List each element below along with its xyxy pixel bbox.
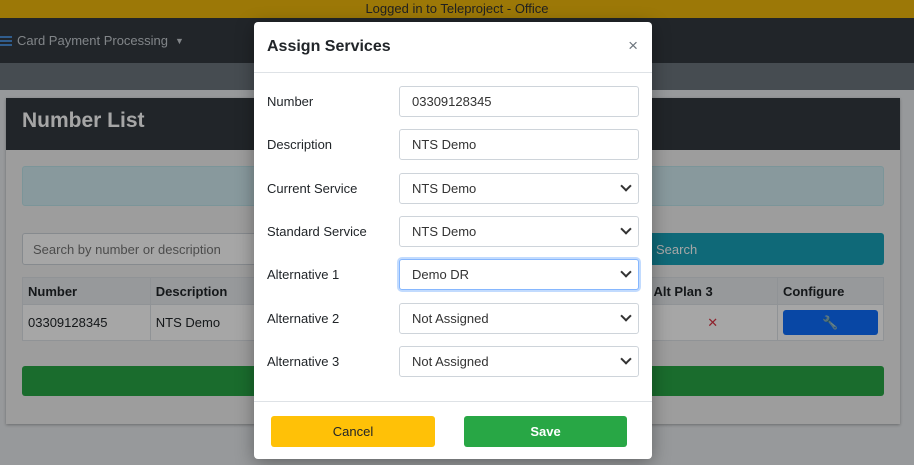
- save-button[interactable]: Save: [464, 416, 627, 447]
- select-value: Demo DR: [412, 267, 470, 282]
- select-value: Not Assigned: [412, 311, 489, 326]
- select-value: Not Assigned: [412, 354, 489, 369]
- field-current-service: Current Service NTS Demo: [267, 173, 639, 204]
- close-icon[interactable]: ×: [628, 36, 638, 56]
- cancel-button[interactable]: Cancel: [271, 416, 435, 447]
- field-number: Number 03309128345: [267, 86, 639, 117]
- alternative-2-select[interactable]: Not Assigned: [399, 303, 639, 334]
- chevron-down-icon: [620, 223, 632, 235]
- modal-title: Assign Services: [267, 38, 391, 55]
- description-input[interactable]: NTS Demo: [399, 129, 639, 160]
- field-label: Description: [267, 137, 333, 152]
- field-label: Current Service: [267, 181, 358, 196]
- chevron-down-icon: [620, 310, 632, 322]
- chevron-down-icon: [620, 353, 632, 365]
- modal-header: Assign Services ×: [254, 22, 652, 73]
- field-label: Number: [267, 94, 314, 109]
- field-label: Standard Service: [267, 224, 367, 239]
- field-label: Alternative 2: [267, 311, 340, 326]
- assign-services-modal: Assign Services × Number 03309128345 Des…: [254, 22, 652, 459]
- field-standard-service: Standard Service NTS Demo: [267, 216, 639, 247]
- chevron-down-icon: [620, 266, 632, 278]
- number-input[interactable]: 03309128345: [399, 86, 639, 117]
- field-alternative-3: Alternative 3 Not Assigned: [267, 346, 639, 377]
- modal-footer: Cancel Save: [254, 401, 652, 459]
- select-value: NTS Demo: [412, 181, 477, 196]
- field-alternative-1: Alternative 1 Demo DR: [267, 259, 639, 290]
- current-service-select[interactable]: NTS Demo: [399, 173, 639, 204]
- select-value: NTS Demo: [412, 224, 477, 239]
- field-description: Description NTS Demo: [267, 129, 639, 160]
- chevron-down-icon: [620, 180, 632, 192]
- alternative-1-select[interactable]: Demo DR: [399, 259, 639, 290]
- standard-service-select[interactable]: NTS Demo: [399, 216, 639, 247]
- alternative-3-select[interactable]: Not Assigned: [399, 346, 639, 377]
- field-label: Alternative 1: [267, 267, 340, 282]
- field-alternative-2: Alternative 2 Not Assigned: [267, 303, 639, 334]
- field-label: Alternative 3: [267, 354, 340, 369]
